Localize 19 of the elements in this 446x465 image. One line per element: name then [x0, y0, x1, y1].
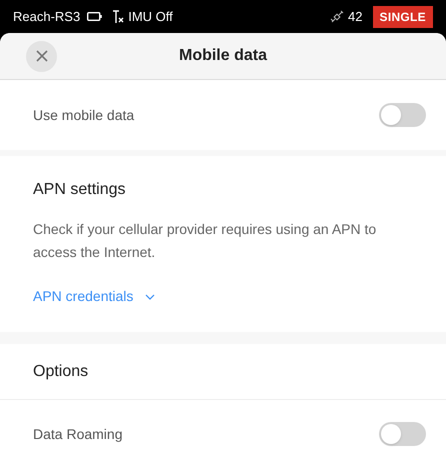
solution-status: SINGLE: [372, 6, 433, 28]
header-title: Mobile data: [178, 46, 267, 66]
section-title: APN settings: [33, 180, 126, 200]
satellite-count: 42: [348, 8, 363, 26]
setting-label: Use mobile data: [33, 106, 134, 124]
apn-credentials-link[interactable]: APN credentials: [33, 286, 156, 307]
close-icon: [36, 50, 48, 62]
battery-icon: [87, 12, 102, 21]
section-description: Check if your cellular provider requires using an APN to access the Internet.: [33, 220, 378, 262]
antenna-off-icon: [112, 10, 124, 24]
imu-status: IMU Off: [128, 8, 173, 26]
toggle-switch[interactable]: [379, 103, 426, 127]
device-name: Reach-RS3: [13, 8, 80, 26]
satellite-icon: [330, 10, 344, 24]
toggle-switch[interactable]: [379, 422, 426, 446]
chevron-icon: [145, 294, 156, 300]
section-title: Options: [33, 362, 88, 382]
close-button[interactable]: [26, 40, 57, 72]
setting-label: Data Roaming: [33, 424, 122, 444]
